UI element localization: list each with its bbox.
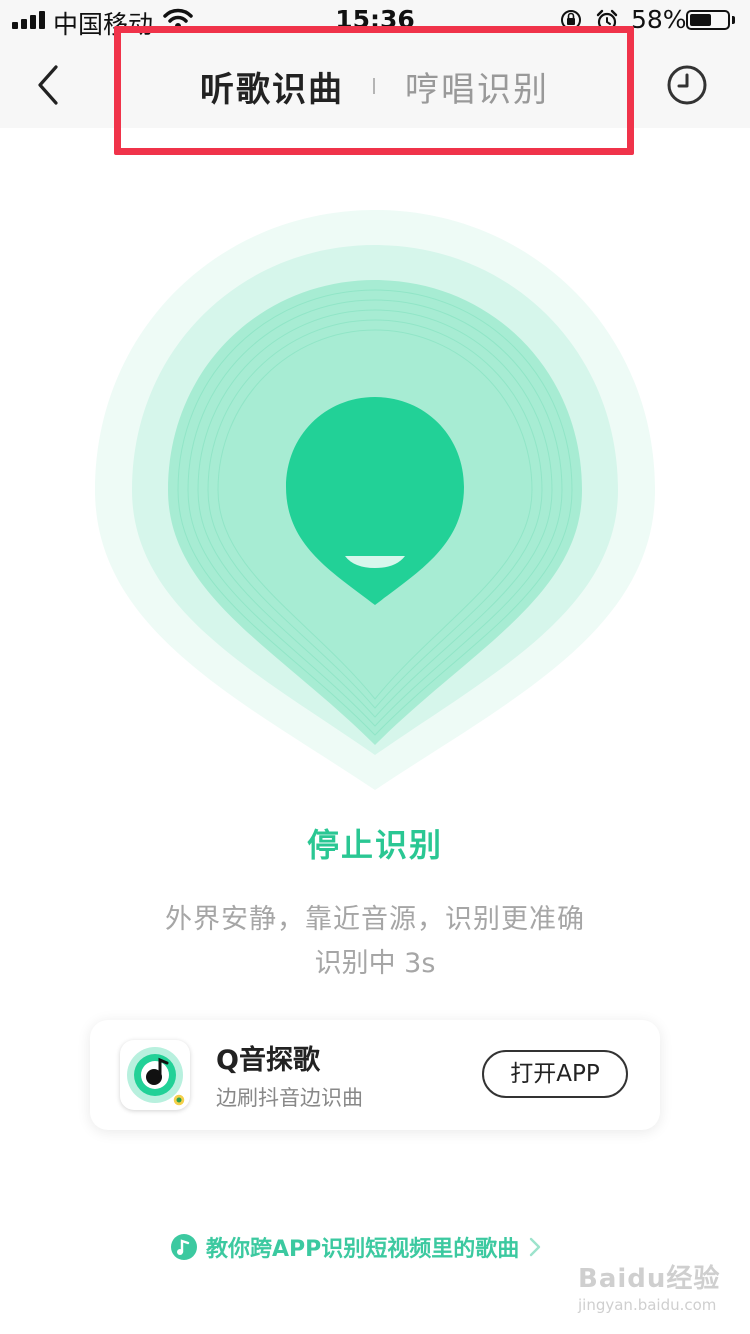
watermark-logo: Baidu经验 bbox=[578, 1264, 721, 1294]
qyin-tange-app-icon bbox=[120, 1040, 190, 1110]
battery-tip bbox=[732, 16, 735, 24]
clock-icon[interactable] bbox=[666, 64, 708, 106]
tutorial-link-text: 教你跨APP识别短视频里的歌曲 bbox=[206, 1237, 520, 1262]
battery-icon bbox=[686, 10, 730, 30]
watermark-url: jingyan.baidu.com bbox=[578, 1296, 717, 1314]
tutorial-link[interactable]: 教你跨APP识别短视频里的歌曲 bbox=[170, 1232, 543, 1262]
chevron-right-icon bbox=[530, 1237, 541, 1257]
recognition-hint: 外界安静，靠近音源，识别更准确 bbox=[165, 904, 585, 935]
promo-app-name: Q音探歌 bbox=[216, 1045, 320, 1076]
open-app-button[interactable]: 打开APP bbox=[482, 1050, 628, 1098]
music-note-icon bbox=[171, 1234, 197, 1260]
stop-recognition-button[interactable]: 停止识别 bbox=[0, 820, 750, 866]
promo-app-description: 边刷抖音边识曲 bbox=[216, 1086, 363, 1110]
battery-percent: 58% bbox=[631, 5, 687, 34]
recognizer-visual bbox=[95, 210, 655, 790]
recognition-status: 识别中 3s bbox=[314, 948, 436, 979]
highlight-annotation bbox=[114, 26, 634, 155]
chevron-left-icon[interactable] bbox=[28, 60, 68, 110]
battery-level bbox=[690, 14, 711, 26]
promo-card: Q音探歌 边刷抖音边识曲 打开APP bbox=[90, 1020, 660, 1130]
